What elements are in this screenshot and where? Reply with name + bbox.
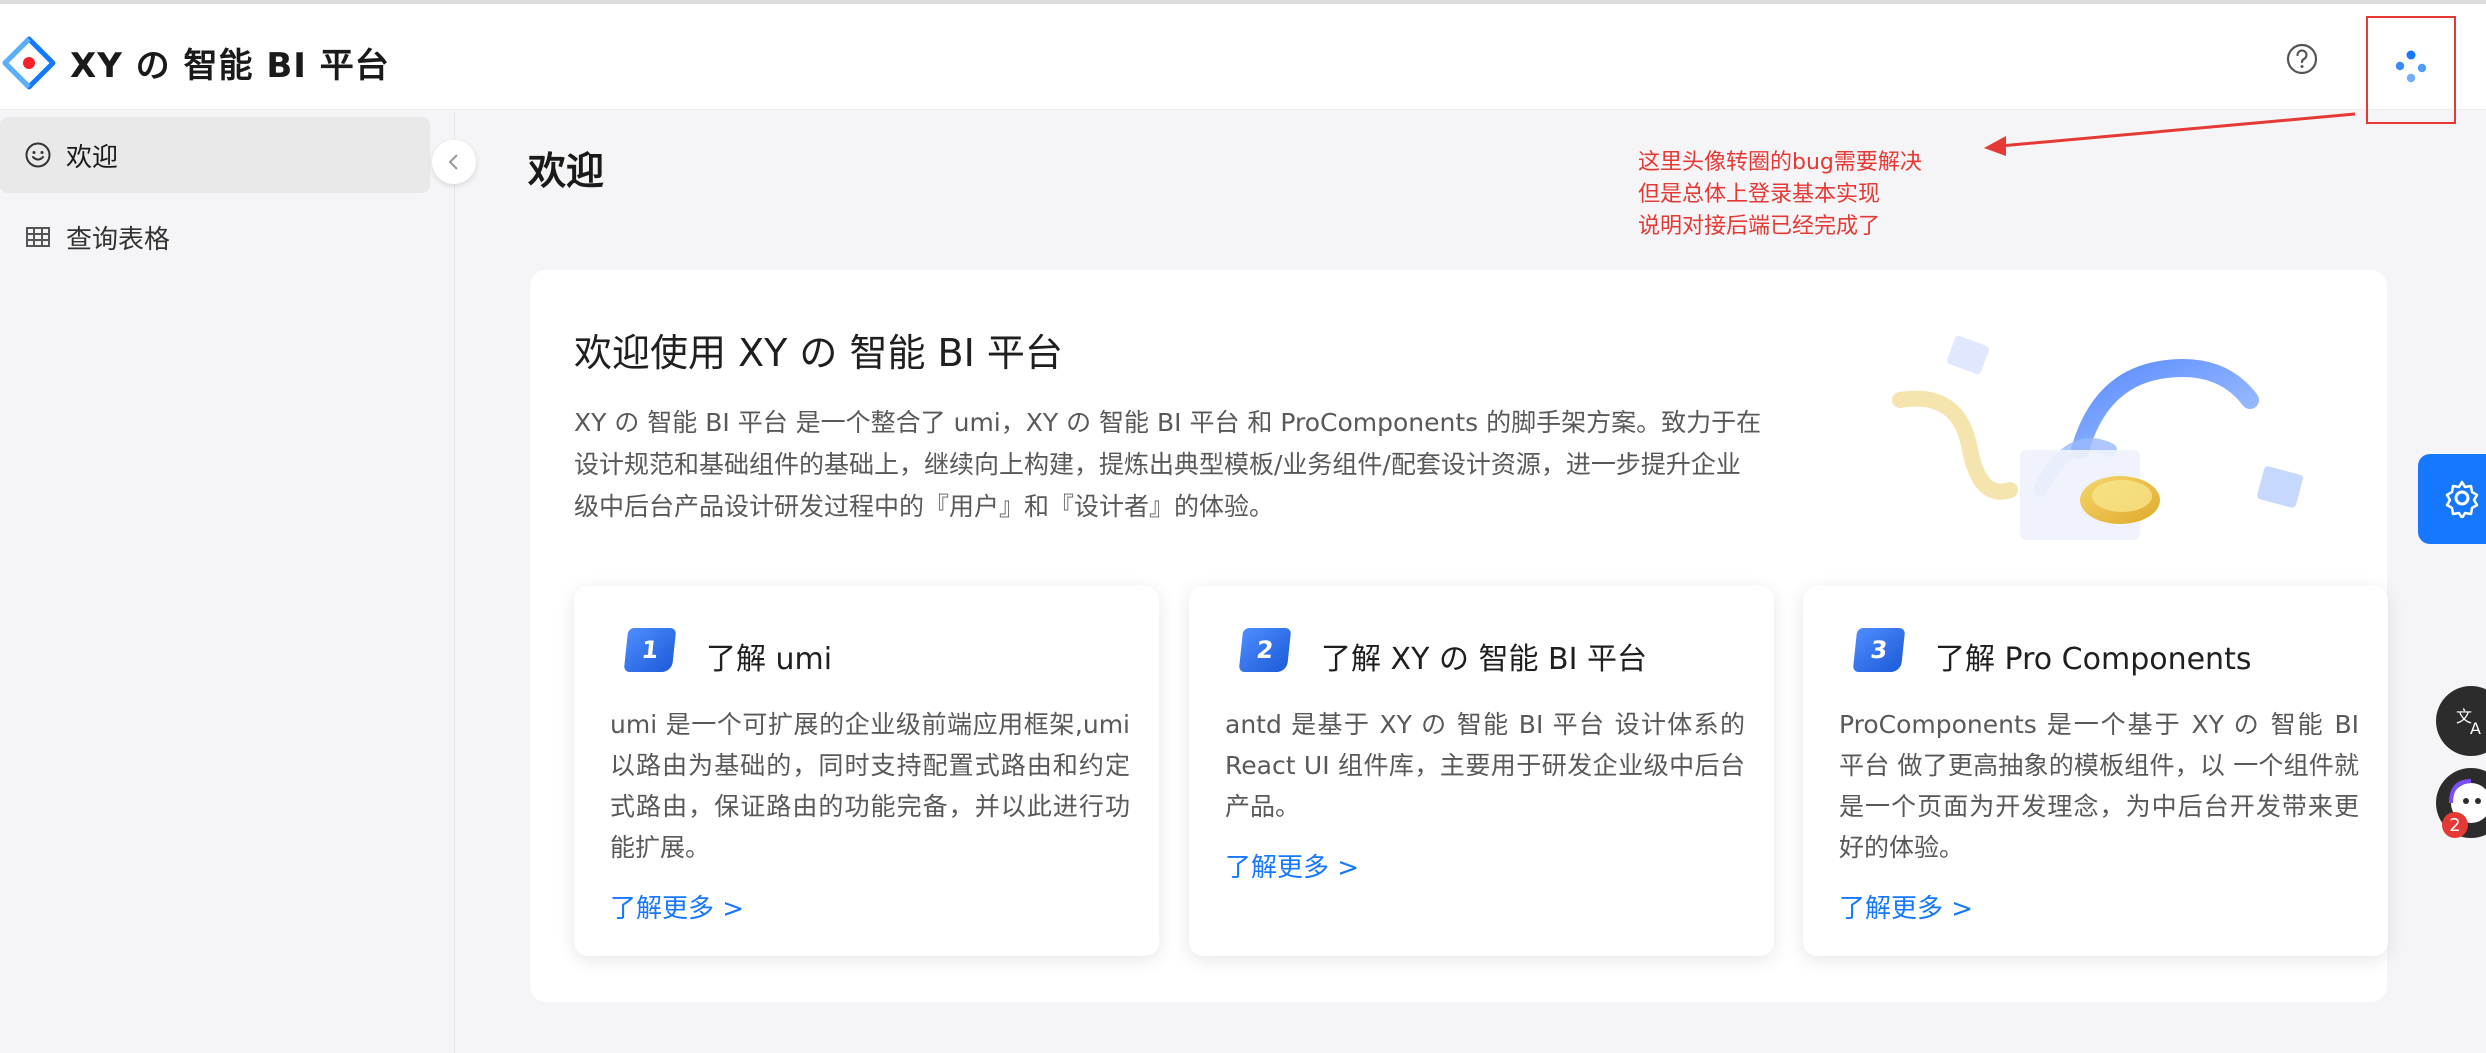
sidebar-item-welcome[interactable]: 欢迎 (0, 117, 430, 193)
info-card-platform: 2 了解 XY の 智能 BI 平台 antd 是基于 XY の 智能 BI 平… (1189, 586, 1774, 956)
decorative-illustration (1892, 335, 2303, 540)
learn-more-link[interactable]: 了解更多 > (1225, 847, 1359, 884)
annotation-line: 这里头像转圈的bug需要解决 (1638, 150, 1922, 175)
sidebar-item-label: 欢迎 (66, 142, 119, 173)
card-title: 了解 umi (706, 642, 833, 677)
sidebar-item-label: 查询表格 (66, 224, 171, 255)
card-description: antd 是基于 XY の 智能 BI 平台 设计体系的 React UI 组件… (1225, 710, 1745, 821)
card-index-badge: 3 (1852, 628, 1906, 672)
welcome-card: 欢迎使用 XY の 智能 BI 平台 XY の 智能 BI 平台 是一个整合了 … (530, 270, 2388, 1002)
gear-icon (2445, 480, 2479, 518)
collapse-sidebar-button[interactable] (432, 140, 476, 184)
annotation-line: 但是总体上登录基本实现 (1638, 182, 1881, 207)
welcome-description: XY の 智能 BI 平台 是一个整合了 umi，XY の 智能 BI 平台 和… (574, 408, 1762, 521)
header: XY の 智能 BI 平台 (0, 4, 2486, 124)
card-title: 了解 Pro Components (1935, 642, 2252, 677)
learn-more-link[interactable]: 了解更多 > (1839, 888, 1973, 925)
card-title: 了解 XY の 智能 BI 平台 (1321, 642, 1647, 677)
table-icon (26, 227, 50, 247)
settings-drawer-button[interactable] (2418, 454, 2486, 544)
chevron-left-icon (448, 154, 458, 170)
page-title: 欢迎 (528, 149, 605, 193)
question-circle-icon[interactable] (2285, 42, 2319, 76)
avatar[interactable] (2366, 16, 2456, 124)
sidebar: 欢迎 查询表格 (0, 111, 455, 1053)
card-index-badge: 2 (1238, 628, 1292, 672)
translate-button[interactable]: 文 A (2436, 686, 2486, 756)
card-description: ProComponents 是一个基于 XY の 智能 BI 平台 做了更高抽象… (1839, 710, 2359, 862)
annotation-line: 说明对接后端已经完成了 (1638, 214, 1881, 239)
info-card-pro-components: 3 了解 Pro Components ProComponents 是一个基于 … (1803, 586, 2388, 956)
welcome-title: 欢迎使用 XY の 智能 BI 平台 (574, 331, 1063, 375)
smile-icon (25, 142, 51, 168)
translate-icon: 文 A (2456, 707, 2481, 738)
annotation-note: 这里头像转圈的bug需要解决 但是总体上登录基本实现 说明对接后端已经完成了 (1638, 147, 1922, 243)
svg-text:A: A (2470, 719, 2481, 738)
info-card-umi: 1 了解 umi umi 是一个可扩展的企业级前端应用框架,umi 以路由为基础… (574, 586, 1159, 956)
notification-count-badge: 2 (2442, 812, 2468, 838)
logo-icon[interactable] (2, 36, 56, 90)
annotation-arrow (1984, 112, 2356, 156)
card-description: umi 是一个可扩展的企业级前端应用框架,umi 以路由为基础的，同时支持配置式… (610, 710, 1130, 862)
app-title[interactable]: XY の 智能 BI 平台 (70, 38, 390, 87)
loading-spinner-icon (2395, 50, 2427, 83)
learn-more-link[interactable]: 了解更多 > (610, 888, 744, 925)
card-index-badge: 1 (623, 628, 677, 672)
sidebar-item-query-table[interactable]: 查询表格 (0, 199, 430, 275)
